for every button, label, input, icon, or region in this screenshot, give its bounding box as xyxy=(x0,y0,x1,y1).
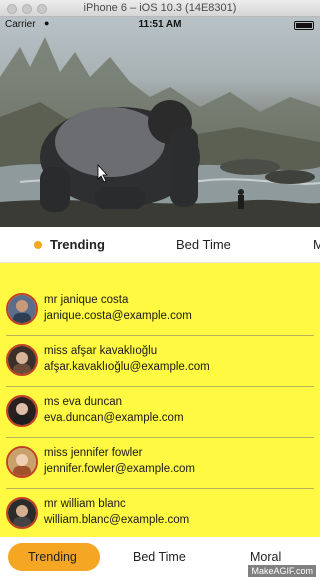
list-item[interactable]: miss afşar kavaklıoğlu afşar.kavaklıoğlu… xyxy=(0,336,320,387)
person-figure xyxy=(238,189,244,209)
list-item[interactable]: ms eva duncan eva.duncan@example.com xyxy=(0,387,320,438)
tab-moral-partial[interactable]: M xyxy=(313,237,320,252)
avatar xyxy=(6,344,38,376)
user-email: eva.duncan@example.com xyxy=(44,412,184,424)
user-email: afşar.kavaklıoğlu@example.com xyxy=(44,361,210,373)
avatar xyxy=(6,446,38,478)
user-name: mr william blanc xyxy=(44,498,126,510)
avatar xyxy=(6,395,38,427)
top-tab-bar: Trending Bed Time M xyxy=(0,227,320,263)
window-title: iPhone 6 – iOS 10.3 (14E8301) xyxy=(83,2,237,14)
battery-icon xyxy=(294,21,314,30)
tab-bed-time[interactable]: Bed Time xyxy=(176,237,231,252)
bottom-tab-bar: Trending Bed Time Moral MakeAGIF.com xyxy=(0,537,320,580)
bottom-tab-trending[interactable]: Trending xyxy=(28,550,77,564)
gorilla-scene-image xyxy=(0,37,320,227)
active-tab-indicator-icon xyxy=(34,241,42,249)
watermark-label: MakeAGIF.com xyxy=(248,565,316,577)
user-name: mr janique costa xyxy=(44,294,129,306)
bottom-tab-moral[interactable]: Moral xyxy=(250,550,281,564)
list-item[interactable]: mr william blanc william.blanc@example.c… xyxy=(0,489,320,537)
list-item[interactable]: mr janique costa janique.costa@example.c… xyxy=(0,285,320,336)
ios-status-bar: Carrier ● 11:51 AM xyxy=(0,17,320,33)
user-name: miss jennifer fowler xyxy=(44,447,143,459)
user-email: william.blanc@example.com xyxy=(44,514,190,526)
avatar xyxy=(6,293,38,325)
tab-trending[interactable]: Trending xyxy=(50,237,105,252)
user-email: jennifer.fowler@example.com xyxy=(44,463,196,475)
clock-label: 11:51 AM xyxy=(138,19,182,30)
list-item[interactable]: miss jennifer fowler jennifer.fowler@exa… xyxy=(0,438,320,489)
user-name: miss afşar kavaklıoğlu xyxy=(44,345,158,357)
avatar xyxy=(6,497,38,529)
simulator-title-bar: iPhone 6 – iOS 10.3 (14E8301) xyxy=(0,0,320,17)
bottom-tab-bed-time[interactable]: Bed Time xyxy=(133,550,186,564)
user-list: mr janique costa janique.costa@example.c… xyxy=(0,263,320,537)
user-email: janique.costa@example.com xyxy=(44,310,192,322)
header-image: Carrier ● 11:51 AM xyxy=(0,17,320,227)
user-name: ms eva duncan xyxy=(44,396,122,408)
